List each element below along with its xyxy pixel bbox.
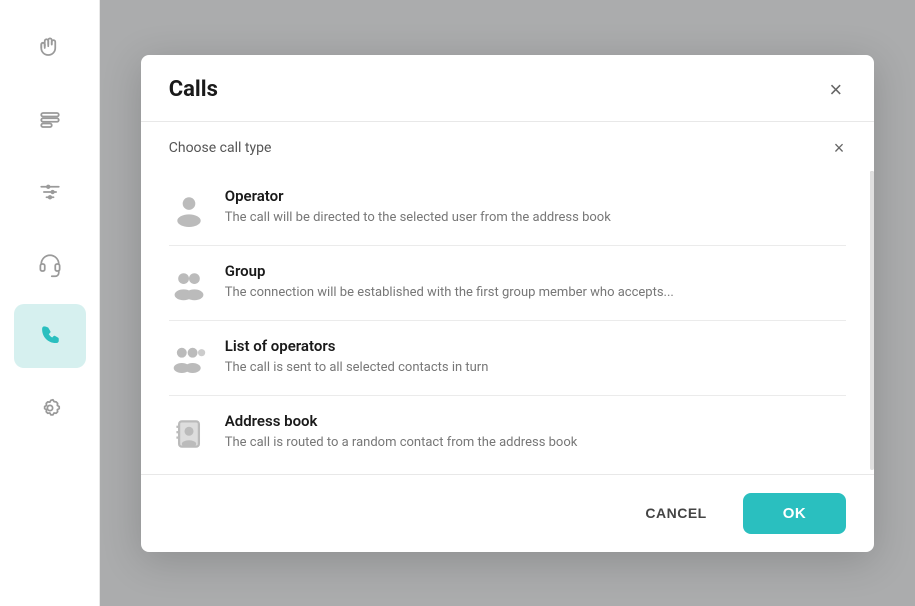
dialog: Calls × Choose call type × [141, 55, 875, 552]
dialog-close-button[interactable]: × [825, 75, 846, 105]
sidebar-item-queue[interactable] [14, 88, 86, 152]
options-list-wrapper: Operator The call will be directed to th… [141, 171, 875, 470]
list-of-operators-desc: The call is sent to all selected contact… [225, 359, 847, 377]
group-desc: The connection will be established with … [225, 284, 847, 302]
scrollbar-thumb[interactable] [870, 171, 874, 350]
sub-header: Choose call type × [141, 122, 875, 171]
option-operator[interactable]: Operator The call will be directed to th… [169, 171, 847, 246]
sidebar [0, 0, 100, 606]
list-of-operators-title: List of operators [225, 337, 847, 355]
option-address-book[interactable]: Address book The call is routed to a ran… [169, 396, 847, 470]
sidebar-item-hands[interactable] [14, 16, 86, 80]
sidebar-item-filter[interactable] [14, 160, 86, 224]
ok-button[interactable]: OK [743, 493, 847, 534]
dialog-header: Calls × [141, 55, 875, 122]
sidebar-item-calls[interactable] [14, 304, 86, 368]
app-container: Calls × Choose call type × [0, 0, 915, 606]
operator-text: Operator The call will be directed to th… [225, 187, 847, 227]
group-title: Group [225, 262, 847, 280]
operator-icon [169, 189, 209, 229]
address-book-icon [169, 414, 209, 454]
sidebar-item-settings[interactable] [14, 376, 86, 440]
address-book-desc: The call is routed to a random contact f… [225, 434, 847, 452]
option-list-of-operators[interactable]: List of operators The call is sent to al… [169, 321, 847, 396]
cancel-button[interactable]: CANCEL [625, 495, 726, 531]
option-group[interactable]: Group The connection will be established… [169, 246, 847, 321]
list-of-operators-icon [169, 339, 209, 379]
address-book-title: Address book [225, 412, 847, 430]
operator-desc: The call will be directed to the selecte… [225, 209, 847, 227]
sub-header-close-button[interactable]: × [832, 136, 847, 161]
group-icon [169, 264, 209, 304]
dialog-title: Calls [169, 77, 218, 102]
overlay: Calls × Choose call type × [100, 0, 915, 606]
sidebar-item-headset[interactable] [14, 232, 86, 296]
dialog-footer: CANCEL OK [141, 474, 875, 552]
main-area: Calls × Choose call type × [100, 0, 915, 606]
sub-header-label: Choose call type [169, 140, 272, 156]
group-text: Group The connection will be established… [225, 262, 847, 302]
address-book-text: Address book The call is routed to a ran… [225, 412, 847, 452]
operator-title: Operator [225, 187, 847, 205]
list-of-operators-text: List of operators The call is sent to al… [225, 337, 847, 377]
